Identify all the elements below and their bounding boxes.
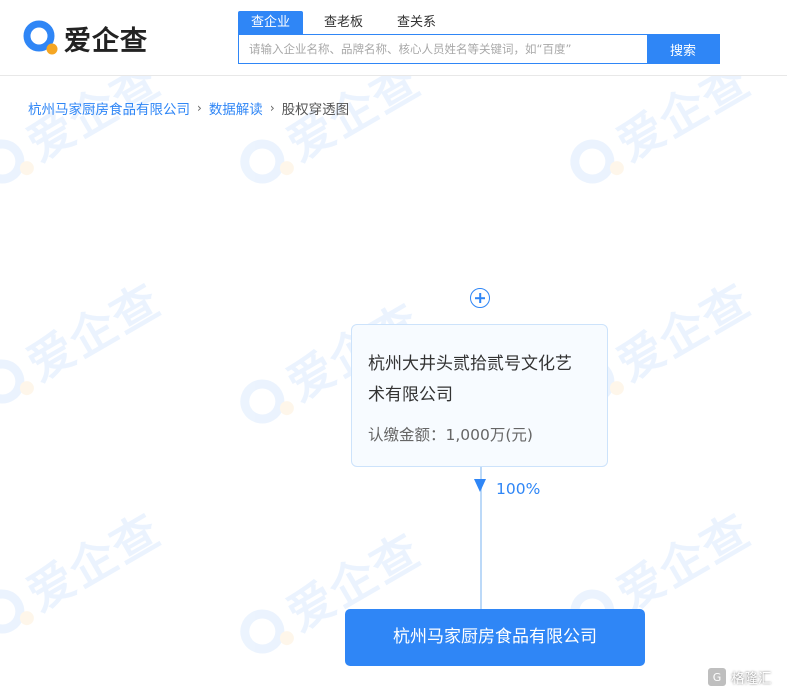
search-button[interactable]: 搜索 [647,35,719,63]
breadcrumb-separator: › [197,101,202,115]
page-header: 爱企查 查企业 查老板 查关系 搜索 [0,0,787,76]
watermark-logo-icon [232,371,293,432]
shareholder-node[interactable]: 杭州大井头贰拾贰号文化艺 术有限公司 认缴金额：1,000万(元) [351,324,608,467]
watermark-logo-icon [232,131,293,192]
watermark-logo-icon [0,581,33,642]
watermark-logo-icon [0,131,33,192]
breadcrumb-data-analysis[interactable]: 数据解读 [209,98,263,118]
logo-text: 爱企查 [64,25,148,57]
search-input[interactable] [239,35,647,63]
watermark-text: 爱企查 [18,502,170,622]
watermark: 爱企查 [0,495,171,651]
shareholder-name-line2: 术有限公司 [368,385,453,405]
breadcrumb: 杭州马家厨房食品有限公司 › 数据解读 › 股权穿透图 [28,98,349,118]
target-company-node[interactable]: 杭州马家厨房食品有限公司 [345,609,645,666]
watermark-text: 爱企查 [608,502,760,622]
watermark-logo-icon [562,131,623,192]
corner-brand-text: 格隆汇 [731,671,772,687]
shareholder-name-line1: 杭州大井头贰拾贰号文化艺 [368,354,572,374]
tab-search-company[interactable]: 查企业 [238,11,304,35]
subscribed-amount: 认缴金额：1,000万(元) [368,423,591,445]
logo-magnifier-icon [23,20,58,55]
corner-brand-watermark: G 格隆汇 [707,666,772,688]
watermark: 爱企查 [0,265,171,421]
brand-logo-icon: G [707,667,727,687]
search-bar: 搜索 [238,34,720,64]
watermark-text: 爱企查 [608,272,760,392]
subscribed-amount-label: 认缴金额： [368,426,446,444]
share-percentage: 100% [496,480,541,498]
site-logo[interactable]: 爱企查 [22,18,148,58]
breadcrumb-current-page: 股权穿透图 [281,102,350,118]
breadcrumb-separator: › [269,101,275,115]
expand-plus-icon[interactable] [470,288,490,308]
arrow-down-icon [474,479,486,492]
tab-search-relation[interactable]: 查关系 [384,11,449,35]
watermark-logo-icon [232,601,293,662]
watermark-logo-icon [0,351,33,412]
watermark-text: 爱企查 [18,272,170,392]
subscribed-amount-value: 1,000万(元) [445,426,533,444]
search-type-tabs: 查企业 查老板 查关系 [238,11,457,35]
breadcrumb-company[interactable]: 杭州马家厨房食品有限公司 [28,98,190,118]
shareholder-name: 杭州大井头贰拾贰号文化艺 术有限公司 [368,349,591,411]
tab-search-boss[interactable]: 查老板 [311,11,376,35]
